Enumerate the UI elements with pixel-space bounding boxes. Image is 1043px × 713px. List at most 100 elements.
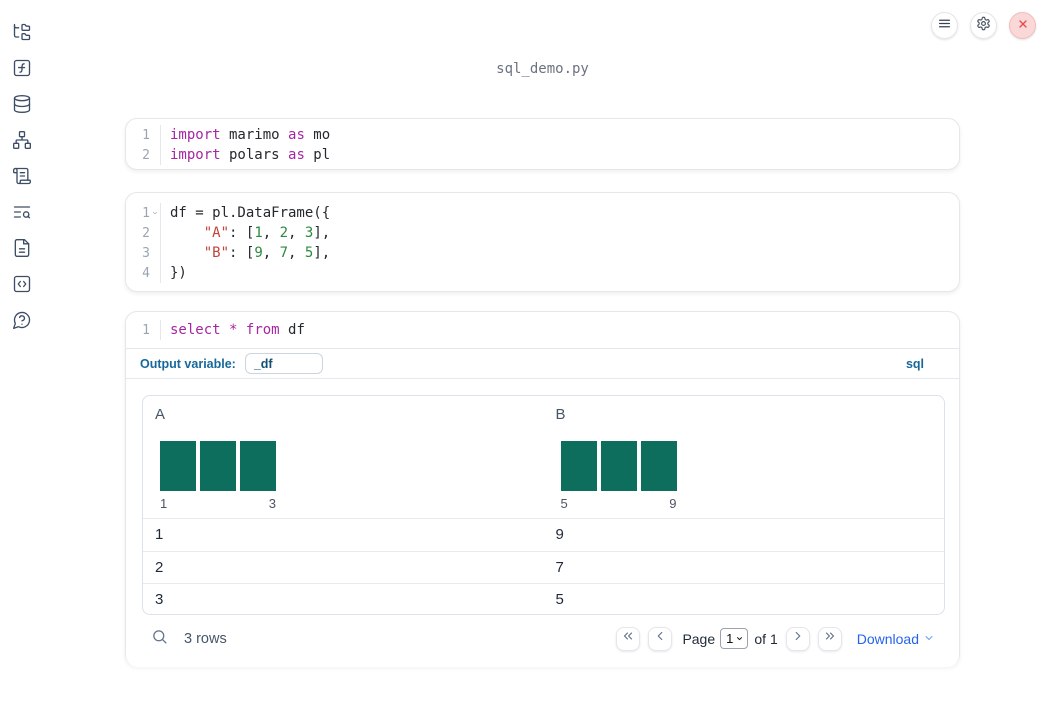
chevrons-left-icon xyxy=(621,629,635,648)
close-button[interactable] xyxy=(1009,12,1036,39)
code-text: }) xyxy=(160,263,959,283)
sidebar-item-documentation[interactable] xyxy=(11,238,33,263)
code-text: df = pl.DataFrame({ xyxy=(160,203,959,223)
code-text: import polars as pl xyxy=(160,145,959,165)
code-text: select * from df xyxy=(160,320,959,340)
sql-output: A13B59 192735 3 rows Page 1 of 1 Downloa… xyxy=(126,378,959,667)
next-page-button[interactable] xyxy=(785,626,810,651)
table-cell: 7 xyxy=(555,558,564,576)
code-cell-dataframe[interactable]: 1 df = pl.DataFrame({2 "A": [1, 2, 3], 3 "… xyxy=(125,192,960,292)
histogram-bar xyxy=(240,441,276,491)
output-variable-label: Output variable: xyxy=(140,356,236,371)
histogram-bar xyxy=(160,441,196,491)
gear-icon xyxy=(976,16,991,36)
code-square-icon xyxy=(12,274,32,299)
marimo-app: sql_demo.py 1 import marimo as mo 2 import … xyxy=(0,0,1043,713)
sidebar-item-help[interactable] xyxy=(11,311,33,333)
sql-cell-editor[interactable]: 1 select * from df xyxy=(126,312,959,348)
first-page-button[interactable] xyxy=(616,626,641,651)
pagination: Page 1 of 1 Download xyxy=(616,626,935,651)
dataframe-table: A13B59 192735 xyxy=(142,395,945,615)
table-cell: 9 xyxy=(555,526,564,544)
table-header: A13B59 xyxy=(143,396,944,518)
notebook: sql_demo.py 1 import marimo as mo 2 import … xyxy=(125,0,960,713)
histogram-tick-label: 9 xyxy=(669,496,677,511)
histogram-tick-label: 1 xyxy=(160,496,168,511)
chevrons-right-icon xyxy=(823,629,837,648)
code-cell-imports[interactable]: 1 import marimo as mo 2 import polars as pl xyxy=(125,118,960,170)
page-select-value: 1 xyxy=(726,631,734,646)
code-line: 1 df = pl.DataFrame({ xyxy=(126,203,959,223)
close-icon xyxy=(1017,17,1029,35)
sidebar-item-dependency-graph[interactable] xyxy=(11,130,33,155)
network-icon xyxy=(12,130,32,155)
sidebar-item-changelog[interactable] xyxy=(11,167,33,189)
code-line: 3 "B": [9, 7, 5], xyxy=(126,243,959,263)
page-label: Page xyxy=(682,630,716,647)
database-icon xyxy=(12,94,32,119)
line-number: 1 xyxy=(142,322,150,338)
table-body: 192735 xyxy=(143,518,944,614)
column-header-b[interactable]: B59 xyxy=(544,396,945,518)
code-text: import marimo as mo xyxy=(160,125,959,145)
table-cell: 3 xyxy=(155,591,164,609)
code-line: 2 "A": [1, 2, 3], xyxy=(126,223,959,243)
help-bubble-icon xyxy=(12,310,32,335)
column-histogram xyxy=(560,441,933,491)
histogram-tick-label: 5 xyxy=(560,496,568,511)
language-badge: sql xyxy=(905,356,924,371)
sidebar-item-datasources[interactable] xyxy=(11,94,33,119)
code-text: "A": [1, 2, 3], xyxy=(160,223,959,243)
fold-chevron-icon[interactable] xyxy=(150,209,160,217)
folder-tree-icon xyxy=(12,22,32,47)
page-select[interactable]: 1 xyxy=(720,628,749,649)
previous-page-button[interactable] xyxy=(648,626,673,651)
last-page-button[interactable] xyxy=(817,626,842,651)
sidebar-item-functions[interactable] xyxy=(11,59,33,81)
sql-cell-footer: Output variable: sql xyxy=(126,348,959,378)
notebook-filename: sql_demo.py xyxy=(496,61,589,77)
column-histogram xyxy=(160,441,532,491)
table-row: 27 xyxy=(143,550,944,584)
download-button[interactable]: Download xyxy=(857,630,935,647)
chevron-left-icon xyxy=(653,629,667,648)
scroll-icon xyxy=(12,166,32,191)
histogram-axis-labels: 13 xyxy=(160,496,276,511)
table-cell: 5 xyxy=(555,591,564,609)
histogram-bar xyxy=(600,441,637,491)
output-variable-input[interactable] xyxy=(244,353,323,374)
row-count: 3 rows xyxy=(184,630,227,647)
code-line: 4}) xyxy=(126,263,959,283)
search-icon[interactable] xyxy=(151,628,168,650)
table-cell: 1 xyxy=(155,526,164,544)
code-text: "B": [9, 7, 5], xyxy=(160,243,959,263)
sidebar-item-snippets[interactable] xyxy=(11,275,33,297)
histogram-tick-label: 3 xyxy=(268,496,276,511)
chevron-down-icon xyxy=(735,631,744,646)
sidebar-item-logs[interactable] xyxy=(11,203,33,225)
sidebar-item-file-explorer[interactable] xyxy=(11,23,33,45)
column-name: A xyxy=(155,406,166,423)
table-footer-left: 3 rows xyxy=(151,628,227,650)
histogram-bar xyxy=(560,441,597,491)
table-row: 35 xyxy=(143,583,944,614)
page-of-label: of 1 xyxy=(754,630,778,647)
chevron-right-icon xyxy=(791,629,805,648)
list-search-icon xyxy=(12,202,32,227)
line-number: 4 xyxy=(142,265,150,281)
sql-cell: 1 select * from df Output variable: sql A… xyxy=(125,311,960,667)
file-text-icon xyxy=(12,238,32,263)
code-line: 1 import marimo as mo xyxy=(126,125,959,145)
download-label: Download xyxy=(856,630,919,647)
code-line: 1 select * from df xyxy=(126,320,959,340)
histogram-bar xyxy=(640,441,677,491)
sidebar xyxy=(0,0,44,713)
chevron-down-icon xyxy=(923,630,935,647)
column-header-a[interactable]: A13 xyxy=(143,396,544,518)
line-number: 2 xyxy=(142,225,150,241)
function-square-icon xyxy=(12,58,32,83)
settings-button[interactable] xyxy=(970,12,997,39)
line-number: 1 xyxy=(142,205,150,221)
table-cell: 2 xyxy=(155,558,164,576)
histogram-axis-labels: 59 xyxy=(561,496,677,511)
